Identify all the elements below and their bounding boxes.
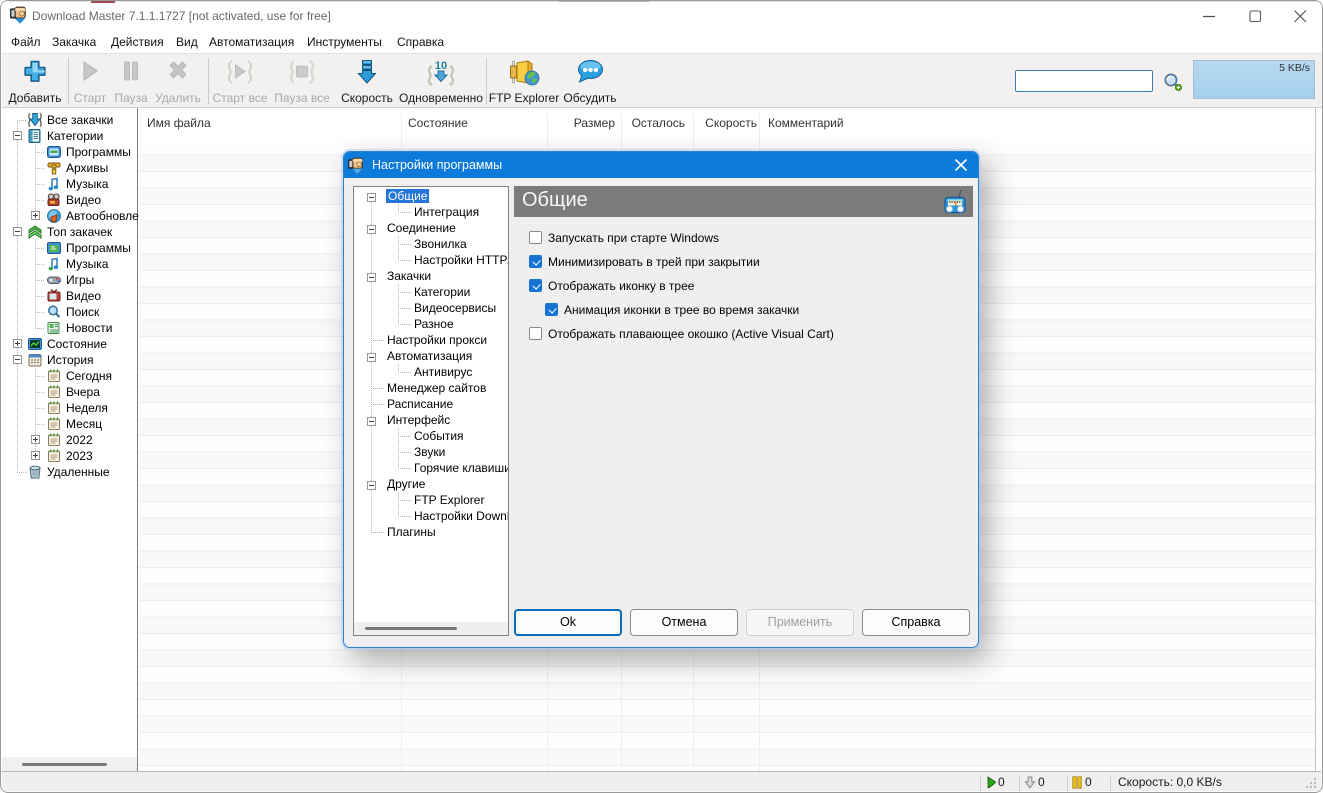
svg-text:10: 10 [435, 60, 447, 72]
